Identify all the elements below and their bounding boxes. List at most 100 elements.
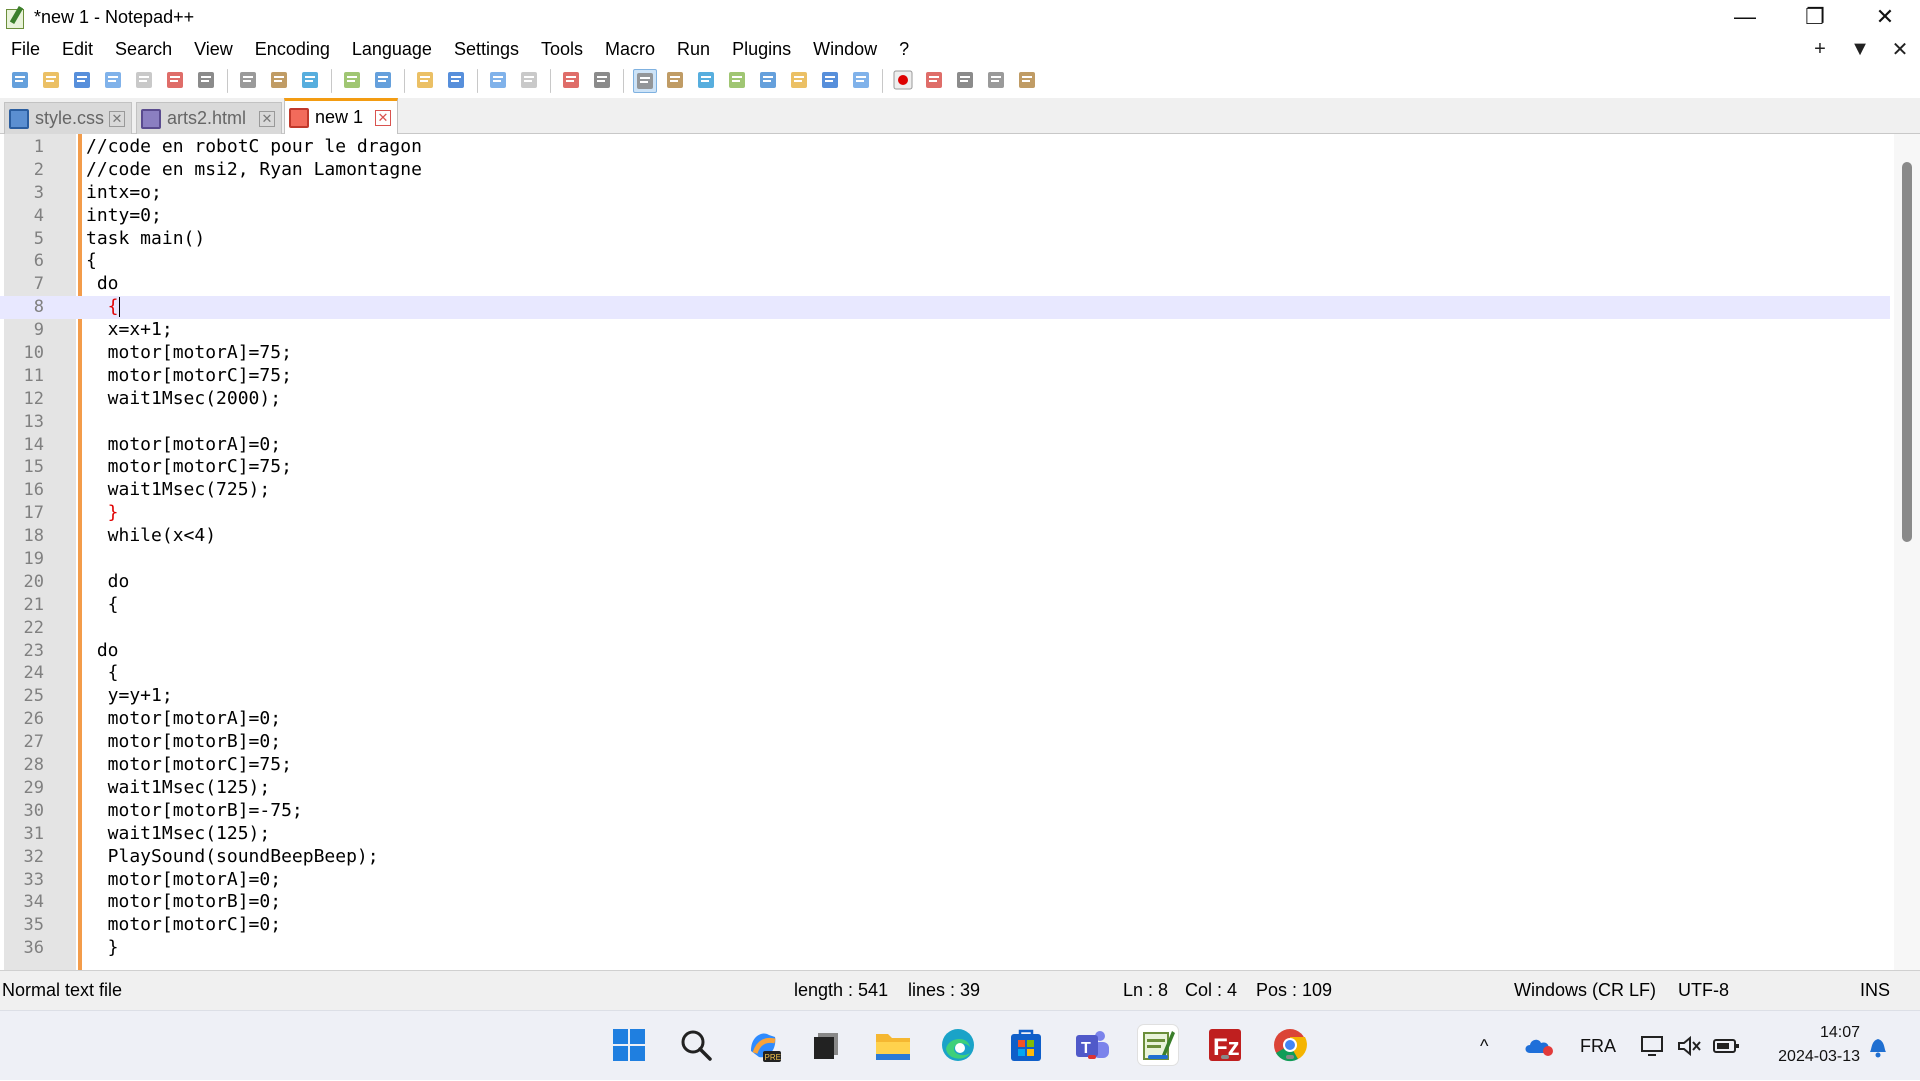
code-line[interactable]: 36 } <box>0 937 1890 960</box>
onedrive-icon[interactable] <box>1524 1011 1554 1081</box>
close-document-icon[interactable]: ✕ <box>1880 37 1920 62</box>
menu-tools[interactable]: Tools <box>530 39 594 60</box>
menu-edit[interactable]: Edit <box>51 39 104 60</box>
sync-horizontal-icon[interactable] <box>591 69 615 93</box>
show-all-chars-icon[interactable] <box>664 69 688 93</box>
code-line[interactable]: 3 intx=o; <box>0 182 1890 205</box>
run-macro-multiple-icon[interactable] <box>985 69 1009 93</box>
folder-as-workspace-icon[interactable] <box>819 69 843 93</box>
word-wrap-icon[interactable] <box>633 69 657 93</box>
code-line[interactable]: 4 inty=0; <box>0 205 1890 228</box>
scrollbar-thumb[interactable] <box>1902 162 1912 542</box>
zoom-in-icon[interactable] <box>487 69 511 93</box>
code-line[interactable]: 14 motor[motorA]=0; <box>0 434 1890 457</box>
code-line[interactable]: 20 do <box>0 571 1890 594</box>
tab-close-icon[interactable]: ✕ <box>109 110 125 127</box>
function-list-icon[interactable] <box>788 69 812 93</box>
record-macro-icon[interactable] <box>892 69 916 93</box>
tab-style-css[interactable]: style.css ✕ <box>4 102 132 134</box>
code-line[interactable]: 34 motor[motorB]=0; <box>0 891 1890 914</box>
code-line[interactable]: 16 wait1Msec(725); <box>0 479 1890 502</box>
code-line[interactable]: 6{ <box>0 250 1890 273</box>
vertical-scrollbar[interactable] <box>1894 134 1920 970</box>
tab-list-dropdown-icon[interactable]: ▼ <box>1840 38 1880 61</box>
status-insert-mode[interactable]: INS <box>1860 980 1890 1001</box>
print-icon[interactable] <box>195 69 219 93</box>
zoom-out-icon[interactable] <box>518 69 542 93</box>
menu-file[interactable]: File <box>0 39 51 60</box>
code-line[interactable]: 19 <box>0 548 1890 571</box>
battery-icon[interactable] <box>1712 1011 1740 1081</box>
user-defined-language-icon[interactable] <box>726 69 750 93</box>
menu-plugins[interactable]: Plugins <box>721 39 802 60</box>
notepadpp-app-icon[interactable] <box>4 5 26 29</box>
input-language[interactable]: FRA <box>1580 1011 1616 1081</box>
code-line[interactable]: 21 { <box>0 594 1890 617</box>
tray-chevron[interactable]: ^ <box>1480 1011 1488 1081</box>
code-line[interactable]: 22 <box>0 617 1890 640</box>
file-explorer-icon[interactable] <box>873 1025 913 1065</box>
code-line[interactable]: 30 motor[motorB]=-75; <box>0 800 1890 823</box>
menu-macro[interactable]: Macro <box>594 39 666 60</box>
code-line[interactable]: 31 wait1Msec(125); <box>0 823 1890 846</box>
new-file-icon[interactable] <box>9 69 33 93</box>
code-line[interactable]: 17 } <box>0 502 1890 525</box>
editor-area[interactable]: 1 //code en robotC pour le dragon 2 //code … <box>0 134 1920 970</box>
stop-record-icon[interactable] <box>923 69 947 93</box>
tab-new-1[interactable]: new 1 ✕ <box>284 98 398 134</box>
code-line[interactable]: 23 do <box>0 640 1890 663</box>
close-all-icon[interactable] <box>164 69 188 93</box>
code-line[interactable]: 13 <box>0 411 1890 434</box>
network-icon[interactable] <box>1639 1011 1665 1081</box>
menu-help[interactable]: ? <box>888 39 920 60</box>
notepadpp-taskbar-icon[interactable] <box>1138 1025 1178 1065</box>
menu-search[interactable]: Search <box>104 39 183 60</box>
clock[interactable]: 14:07 2024-03-13 <box>1778 1021 1860 1069</box>
code-line[interactable]: 29 wait1Msec(125); <box>0 777 1890 800</box>
menu-settings[interactable]: Settings <box>443 39 530 60</box>
code-line[interactable]: 1 //code en robotC pour le dragon <box>0 136 1890 159</box>
find-icon[interactable] <box>414 69 438 93</box>
menu-window[interactable]: Window <box>802 39 888 60</box>
menu-view[interactable]: View <box>183 39 244 60</box>
code-line[interactable]: 11 motor[motorC]=75; <box>0 365 1890 388</box>
new-tab-plus-icon[interactable]: + <box>1800 38 1840 61</box>
sync-vertical-icon[interactable] <box>560 69 584 93</box>
teams-icon[interactable]: T <box>1072 1025 1112 1065</box>
code-line[interactable]: 35 motor[motorC]=0; <box>0 914 1890 937</box>
menu-language[interactable]: Language <box>341 39 443 60</box>
open-file-icon[interactable] <box>40 69 64 93</box>
status-encoding[interactable]: UTF-8 <box>1678 980 1729 1001</box>
copilot-icon[interactable]: PRE <box>743 1025 783 1065</box>
replace-icon[interactable] <box>445 69 469 93</box>
save-icon[interactable] <box>71 69 95 93</box>
save-all-icon[interactable] <box>102 69 126 93</box>
tab-close-icon[interactable]: ✕ <box>375 109 391 126</box>
undo-icon[interactable] <box>341 69 365 93</box>
code-line[interactable]: 9 x=x+1; <box>0 319 1890 342</box>
microsoft-store-icon[interactable] <box>1006 1025 1046 1065</box>
code-line[interactable]: 8 { <box>0 296 1890 320</box>
close-icon[interactable] <box>133 69 157 93</box>
menu-encoding[interactable]: Encoding <box>244 39 341 60</box>
restore-button[interactable]: ❐ <box>1780 0 1850 34</box>
notifications-bell-icon[interactable] <box>1866 1011 1890 1081</box>
code-line[interactable]: 15 motor[motorC]=75; <box>0 456 1890 479</box>
code-line[interactable]: 18 while(x<4) <box>0 525 1890 548</box>
code-line[interactable]: 27 motor[motorB]=0; <box>0 731 1890 754</box>
redo-icon[interactable] <box>372 69 396 93</box>
code-line[interactable]: 7 do <box>0 273 1890 296</box>
code-line[interactable]: 26 motor[motorA]=0; <box>0 708 1890 731</box>
close-window-button[interactable]: ✕ <box>1850 0 1920 34</box>
playback-macro-icon[interactable] <box>954 69 978 93</box>
search-icon[interactable] <box>676 1025 716 1065</box>
monitoring-icon[interactable] <box>850 69 874 93</box>
code-line[interactable]: 5 task main() <box>0 228 1890 251</box>
code-line[interactable]: 25 y=y+1; <box>0 685 1890 708</box>
edge-browser-icon[interactable] <box>938 1025 978 1065</box>
volume-muted-icon[interactable] <box>1676 1011 1702 1081</box>
code-line[interactable]: 12 wait1Msec(2000); <box>0 388 1890 411</box>
cut-icon[interactable] <box>237 69 261 93</box>
code-line[interactable]: 10 motor[motorA]=75; <box>0 342 1890 365</box>
chrome-icon[interactable] <box>1270 1025 1310 1065</box>
